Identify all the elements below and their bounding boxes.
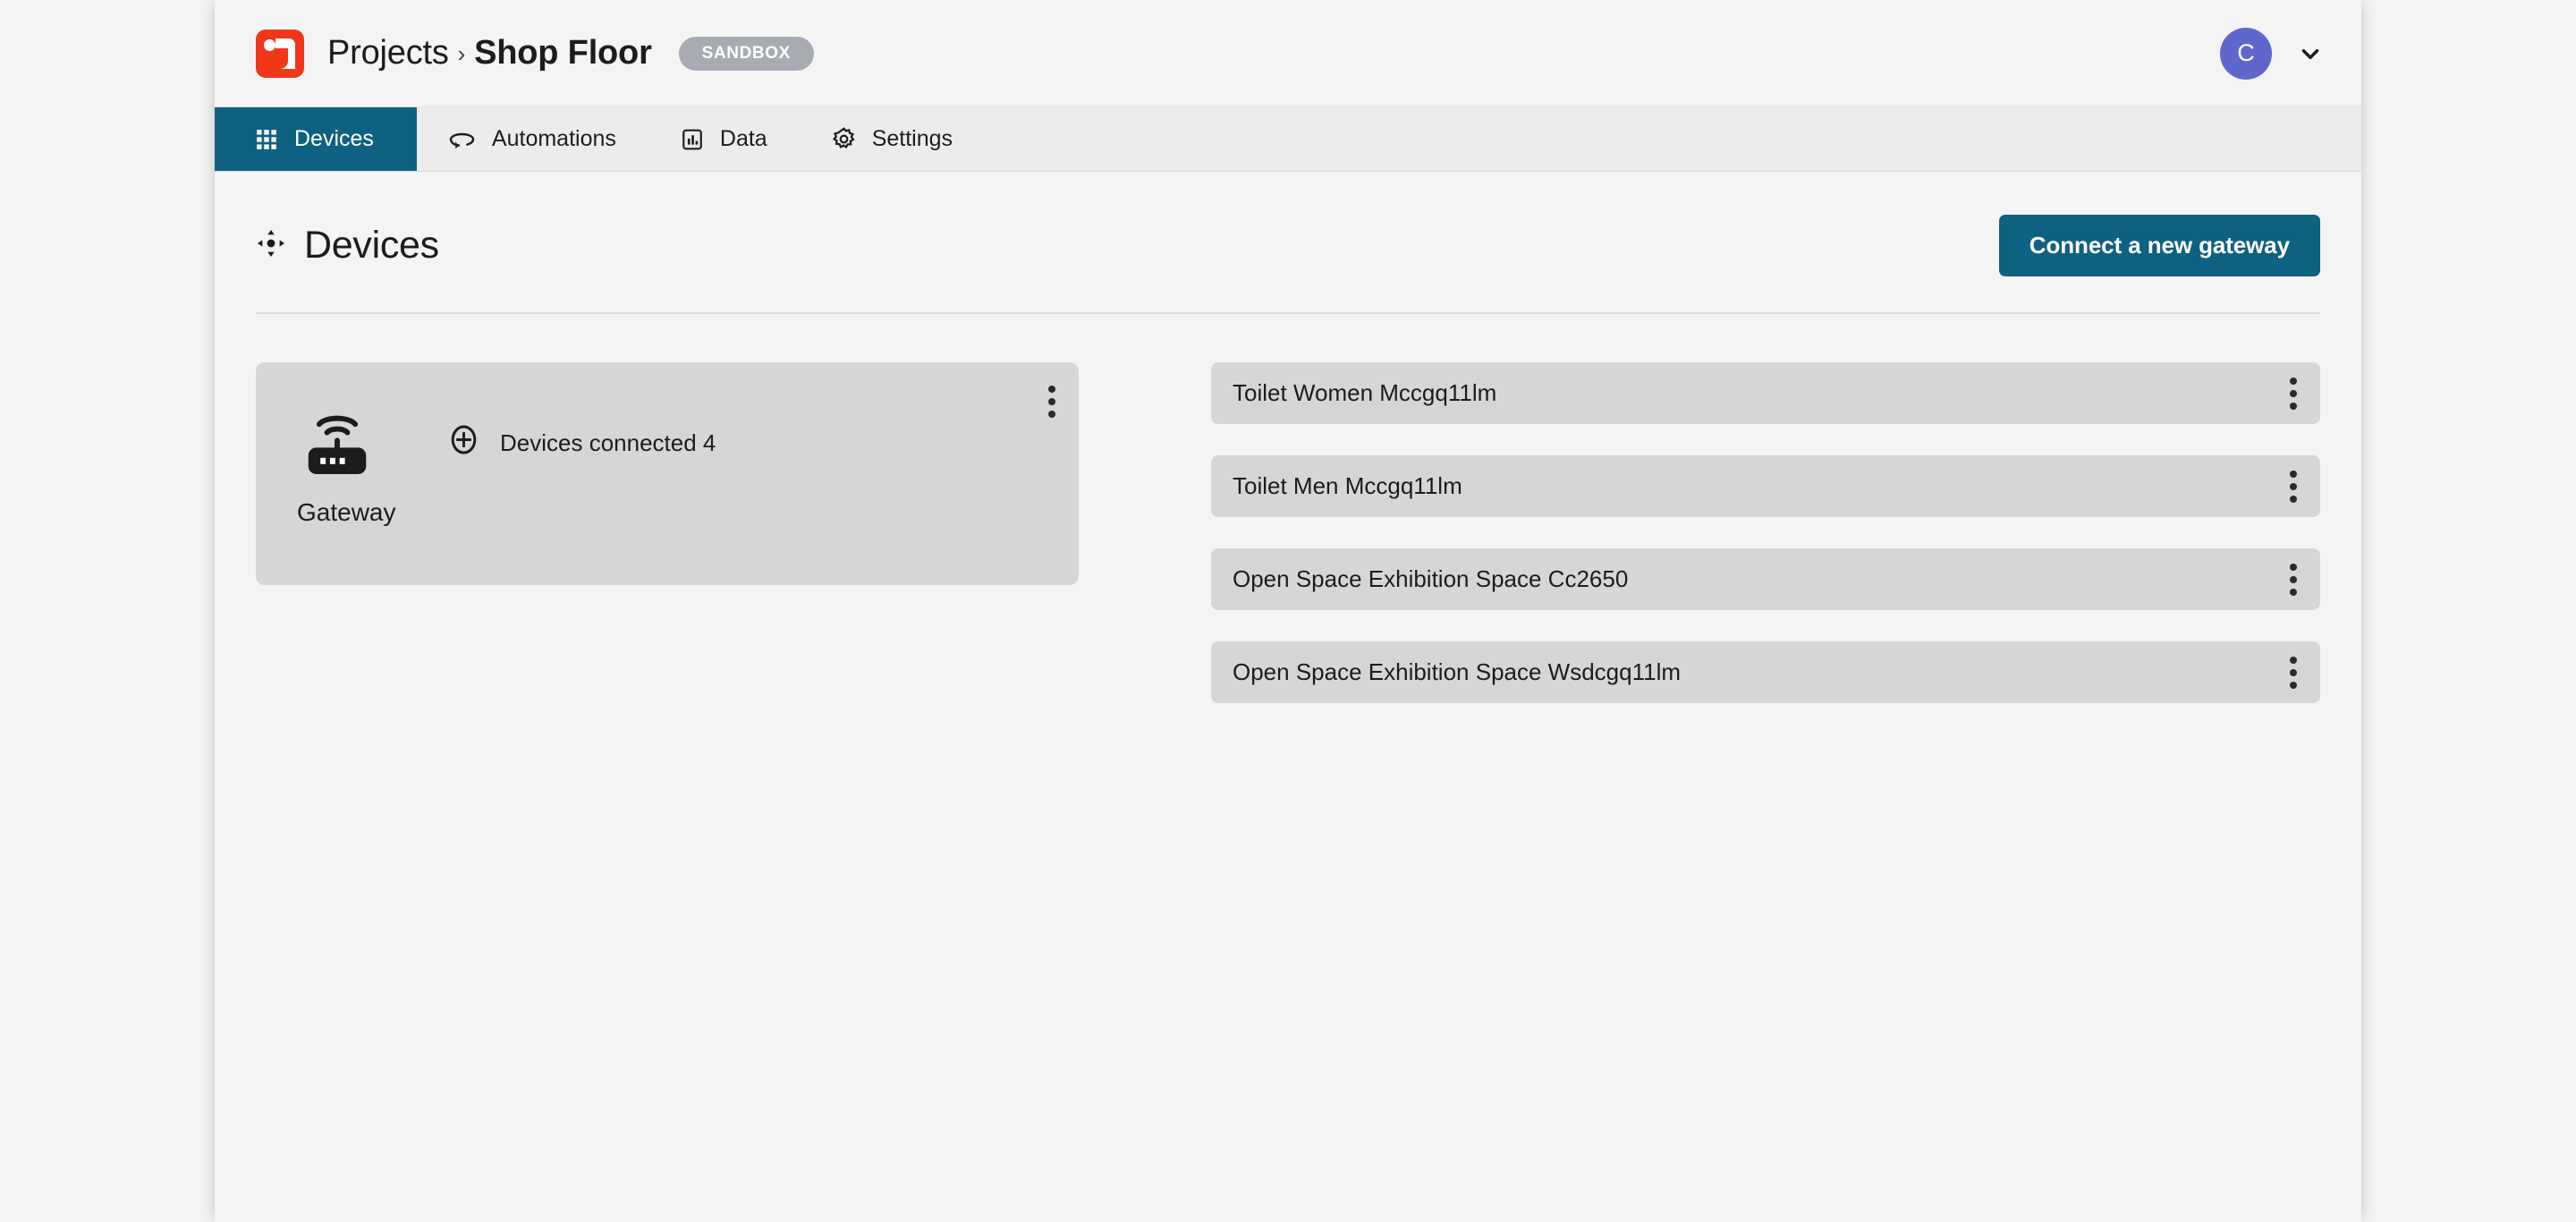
list-item[interactable]: Open Space Exhibition Space Cc2650 bbox=[1211, 548, 2320, 610]
router-wifi-icon bbox=[299, 403, 376, 484]
gateway-column: Devices connected 4 Gateway bbox=[256, 362, 1079, 734]
account-area: C bbox=[2220, 27, 2322, 80]
connect-new-gateway-button[interactable]: Connect a new gateway bbox=[1998, 215, 2320, 276]
top-bar: Projects › Shop Floor SANDBOX C bbox=[215, 0, 2361, 107]
plus-circle-icon[interactable] bbox=[447, 423, 480, 462]
tab-settings[interactable]: Settings bbox=[800, 107, 985, 171]
tab-settings-label: Settings bbox=[871, 126, 953, 151]
gateway-card[interactable]: Devices connected 4 Gateway bbox=[256, 362, 1079, 585]
device-list: Toilet Women Mccgq11lm Toilet Men Mccgq1… bbox=[1211, 362, 2320, 734]
gateway-connected-devices[interactable]: Devices connected 4 bbox=[447, 423, 716, 462]
tab-devices[interactable]: Devices bbox=[215, 107, 417, 171]
app-root: Projects › Shop Floor SANDBOX C Devices … bbox=[0, 0, 2576, 1222]
kebab-menu-icon[interactable] bbox=[1048, 386, 1055, 418]
device-name: Toilet Men Mccgq11lm bbox=[1233, 472, 1462, 499]
tab-automations-label: Automations bbox=[491, 126, 616, 151]
tab-data-label: Data bbox=[719, 126, 767, 151]
page-title: Devices bbox=[304, 224, 439, 267]
kebab-menu-icon[interactable] bbox=[2290, 563, 2297, 596]
list-item[interactable]: Open Space Exhibition Space Wsdcgq11lm bbox=[1211, 641, 2320, 703]
list-item[interactable]: Toilet Men Mccgq11lm bbox=[1211, 455, 2320, 517]
gateway-name: Gateway bbox=[297, 498, 396, 526]
move-arrows-icon bbox=[256, 228, 286, 263]
environment-badge: SANDBOX bbox=[678, 36, 814, 71]
grid-icon bbox=[255, 128, 278, 151]
gateway-card-main-row: Devices connected 4 bbox=[283, 387, 1052, 498]
tab-automations[interactable]: Automations bbox=[417, 107, 648, 171]
tab-data[interactable]: Data bbox=[648, 107, 800, 171]
list-item[interactable]: Toilet Women Mccgq11lm bbox=[1211, 362, 2320, 424]
kebab-menu-icon[interactable] bbox=[2290, 656, 2297, 689]
loop-arrow-icon bbox=[449, 128, 476, 151]
gateway-connected-label: Devices connected 4 bbox=[500, 429, 716, 456]
tab-devices-label: Devices bbox=[294, 126, 374, 151]
bar-chart-icon bbox=[681, 128, 704, 151]
page-body: Devices Connect a new gateway Devices co… bbox=[215, 172, 2361, 734]
avatar[interactable]: C bbox=[2220, 27, 2272, 80]
main-nav: Devices Automations Data Settings bbox=[215, 107, 2361, 172]
breadcrumb: Projects › Shop Floor bbox=[327, 34, 652, 72]
breadcrumb-projects[interactable]: Projects bbox=[327, 34, 449, 72]
kebab-menu-icon[interactable] bbox=[2290, 377, 2297, 410]
breadcrumb-current-project[interactable]: Shop Floor bbox=[474, 34, 652, 72]
tractive-logo-icon[interactable] bbox=[256, 29, 304, 78]
gear-icon bbox=[832, 127, 856, 151]
breadcrumb-separator-icon: › bbox=[457, 40, 466, 67]
kebab-menu-icon[interactable] bbox=[2290, 470, 2297, 503]
devices-content: Devices connected 4 Gateway Toilet Women… bbox=[256, 314, 2320, 734]
chevron-down-icon[interactable] bbox=[2299, 42, 2322, 65]
device-name: Toilet Women Mccgq11lm bbox=[1233, 379, 1497, 406]
logo-tee bbox=[275, 38, 295, 69]
device-name: Open Space Exhibition Space Cc2650 bbox=[1233, 565, 1629, 592]
browser-content-panel: Projects › Shop Floor SANDBOX C Devices … bbox=[215, 0, 2361, 1222]
logo-dot bbox=[264, 38, 275, 51]
page-header: Devices Connect a new gateway bbox=[256, 172, 2320, 314]
device-name: Open Space Exhibition Space Wsdcgq11lm bbox=[1233, 658, 1682, 685]
page-title-group: Devices bbox=[256, 224, 439, 267]
